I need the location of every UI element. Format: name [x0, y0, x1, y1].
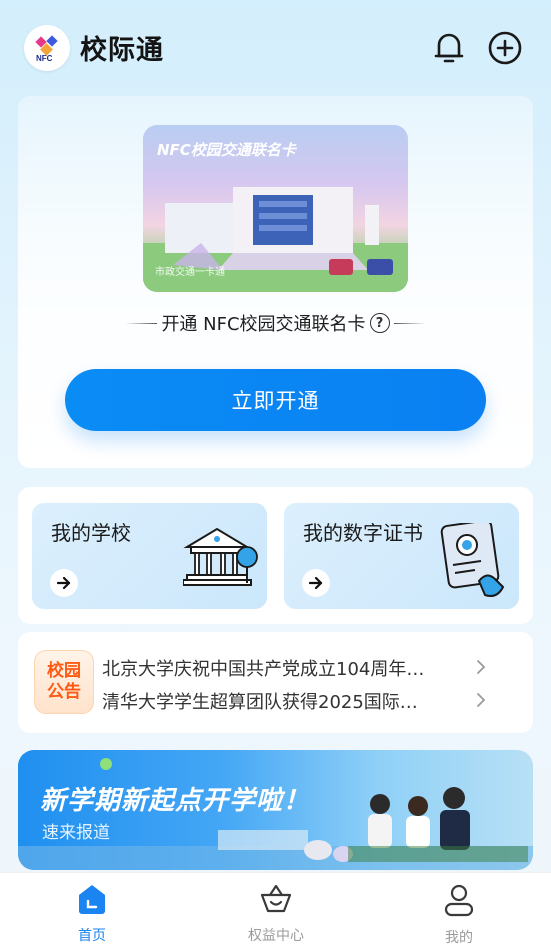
notice-badge-line2: 公告: [47, 682, 81, 702]
my-school-label: 我的学校: [51, 521, 131, 545]
divider-line: [125, 322, 158, 324]
open-now-button[interactable]: 立即开通: [65, 369, 486, 431]
chevron-right-icon[interactable]: [474, 659, 488, 674]
notice-badge-line1: 校园: [47, 661, 81, 681]
feature-panel: 我的学校 我的数字证书: [18, 487, 533, 624]
my-school-tile[interactable]: 我的学校: [32, 503, 267, 609]
campus-notice-badge: 校园 公告: [34, 650, 94, 714]
banner-subtitle: 速来报道: [42, 823, 110, 843]
user-icon: [442, 883, 476, 921]
my-certificate-label: 我的数字证书: [303, 521, 423, 545]
home-icon: [75, 883, 109, 919]
nfc-description-text: 开通 NFC校园交通联名卡: [161, 314, 366, 335]
arrow-right-icon[interactable]: [302, 569, 330, 597]
question-circle-icon[interactable]: ?: [369, 313, 390, 333]
bottom-navigation: 首页 权益中心 我的: [0, 872, 551, 950]
app-title: 校际通: [80, 35, 164, 66]
divider-line: [393, 322, 426, 324]
nfc-card-panel: NFC校园交通联名卡 市政交通一卡通 开通 NFC校园交通联名卡 ? 立即开通: [18, 96, 533, 468]
nfc-card-brand: 市政交通一卡通: [155, 267, 225, 278]
nav-home[interactable]: 首页: [32, 883, 152, 945]
banner-title: 新学期新起点开学啦！: [40, 786, 311, 816]
chevron-right-icon[interactable]: [474, 692, 488, 707]
my-certificate-tile[interactable]: 我的数字证书: [284, 503, 519, 609]
nfc-card-image[interactable]: NFC校园交通联名卡 市政交通一卡通: [143, 125, 408, 292]
nav-home-label: 首页: [78, 928, 106, 944]
new-semester-banner[interactable]: 新学期新起点开学啦！ 速来报道: [18, 750, 533, 870]
svg-text:NFC: NFC: [36, 54, 53, 63]
nav-me[interactable]: 我的: [399, 883, 519, 947]
app-header: NFC 校际通: [0, 0, 551, 96]
notice-item[interactable]: 北京大学庆祝中国共产党成立104周年…: [102, 655, 462, 681]
certificate-icon: [435, 519, 511, 597]
nav-benefits-label: 权益中心: [248, 928, 304, 944]
notice-item[interactable]: 清华大学学生超算团队获得2025国际…: [102, 688, 462, 714]
nav-me-label: 我的: [445, 930, 473, 946]
basket-icon: [259, 883, 293, 919]
bell-icon[interactable]: [431, 30, 467, 66]
school-building-icon: [182, 523, 259, 593]
nfc-description: 开通 NFC校园交通联名卡 ?: [18, 310, 533, 336]
arrow-right-icon[interactable]: [50, 569, 78, 597]
campus-notice-panel: 校园 公告 北京大学庆祝中国共产党成立104周年… 清华大学学生超算团队获得20…: [18, 632, 533, 733]
campus-logo-icon: NFC: [24, 25, 70, 71]
plus-circle-icon[interactable]: [487, 30, 523, 66]
nav-benefits-center[interactable]: 权益中心: [216, 883, 336, 945]
nfc-card-title: NFC校园交通联名卡: [157, 141, 296, 159]
